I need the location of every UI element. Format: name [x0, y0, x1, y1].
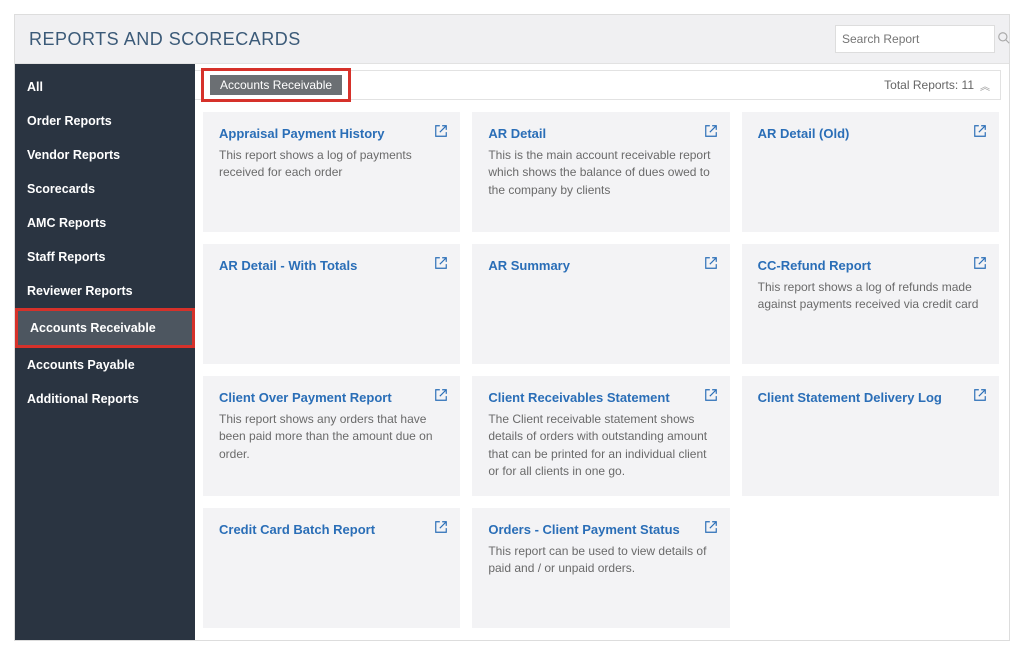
open-external-icon[interactable] [704, 256, 718, 270]
report-title-link[interactable]: CC-Refund Report [758, 258, 871, 273]
total-reports: Total Reports: 11 ︽ [884, 78, 990, 93]
open-external-icon[interactable] [973, 124, 987, 138]
open-external-icon[interactable] [434, 124, 448, 138]
body-row: All Order Reports Vendor Reports Scorecards… [15, 64, 1009, 640]
open-external-icon[interactable] [973, 388, 987, 402]
report-description: The Client receivable statement shows de… [488, 411, 713, 481]
report-card: AR Detail (Old) [742, 112, 999, 232]
report-card: AR Summary [472, 244, 729, 364]
sidebar-item-label: Order Reports [27, 114, 112, 128]
sidebar-item-label: Staff Reports [27, 250, 105, 264]
report-description: This report can be used to view details … [488, 543, 713, 578]
total-reports-label: Total Reports: 11 [884, 78, 974, 92]
category-tag: Accounts Receivable [210, 75, 342, 95]
sidebar-item-additional-reports[interactable]: Additional Reports [15, 382, 195, 416]
sidebar-item-all[interactable]: All [15, 70, 195, 104]
open-external-icon[interactable] [434, 388, 448, 402]
sidebar-item-label: AMC Reports [27, 216, 106, 230]
report-title-link[interactable]: Appraisal Payment History [219, 126, 384, 141]
sidebar-item-label: Accounts Receivable [30, 321, 156, 335]
open-external-icon[interactable] [434, 256, 448, 270]
report-card: AR Detail - With Totals [203, 244, 460, 364]
sidebar-item-label: All [27, 80, 43, 94]
main: Accounts Receivable Total Reports: 11 ︽ … [195, 64, 1009, 640]
sidebar-item-amc-reports[interactable]: AMC Reports [15, 206, 195, 240]
empty-cell [742, 508, 999, 628]
sidebar-item-label: Vendor Reports [27, 148, 120, 162]
report-title-link[interactable]: AR Detail - With Totals [219, 258, 357, 273]
sidebar-item-label: Accounts Payable [27, 358, 135, 372]
report-title-link[interactable]: Client Receivables Statement [488, 390, 669, 405]
page-title: REPORTS AND SCORECARDS [29, 29, 301, 50]
report-title-link[interactable]: Client Statement Delivery Log [758, 390, 942, 405]
report-card: Client Receivables Statement The Client r… [472, 376, 729, 496]
report-description: This is the main account receivable repo… [488, 147, 713, 199]
header-bar: REPORTS AND SCORECARDS [15, 15, 1009, 64]
subheader: Accounts Receivable Total Reports: 11 ︽ [195, 70, 1001, 100]
sidebar-item-accounts-payable[interactable]: Accounts Payable [15, 348, 195, 382]
category-tag-highlight: Accounts Receivable [201, 68, 351, 102]
app-container: REPORTS AND SCORECARDS All Order Reports V… [14, 14, 1010, 641]
sidebar-item-accounts-receivable[interactable]: Accounts Receivable [15, 308, 195, 348]
sidebar-item-staff-reports[interactable]: Staff Reports [15, 240, 195, 274]
open-external-icon[interactable] [434, 520, 448, 534]
sidebar-item-scorecards[interactable]: Scorecards [15, 172, 195, 206]
open-external-icon[interactable] [704, 124, 718, 138]
report-card: AR Detail This is the main account receiv… [472, 112, 729, 232]
open-external-icon[interactable] [704, 520, 718, 534]
report-card: Appraisal Payment History This report sho… [203, 112, 460, 232]
collapse-icon[interactable]: ︽ [980, 78, 990, 93]
report-card: Client Statement Delivery Log [742, 376, 999, 496]
report-card: CC-Refund Report This report shows a log … [742, 244, 999, 364]
report-title-link[interactable]: AR Summary [488, 258, 570, 273]
report-card: Credit Card Batch Report [203, 508, 460, 628]
report-title-link[interactable]: AR Detail [488, 126, 546, 141]
search-input[interactable] [842, 32, 997, 46]
report-title-link[interactable]: Orders - Client Payment Status [488, 522, 679, 537]
report-title-link[interactable]: Client Over Payment Report [219, 390, 392, 405]
sidebar: All Order Reports Vendor Reports Scorecards… [15, 64, 195, 640]
report-title-link[interactable]: Credit Card Batch Report [219, 522, 375, 537]
sidebar-item-vendor-reports[interactable]: Vendor Reports [15, 138, 195, 172]
sidebar-item-label: Reviewer Reports [27, 284, 133, 298]
sidebar-item-order-reports[interactable]: Order Reports [15, 104, 195, 138]
report-description: This report shows a log of payments rece… [219, 147, 444, 182]
report-card: Orders - Client Payment Status This repor… [472, 508, 729, 628]
report-title-link[interactable]: AR Detail (Old) [758, 126, 850, 141]
report-description: This report shows any orders that have b… [219, 411, 444, 463]
sidebar-item-reviewer-reports[interactable]: Reviewer Reports [15, 274, 195, 308]
open-external-icon[interactable] [973, 256, 987, 270]
open-external-icon[interactable] [704, 388, 718, 402]
search-box[interactable] [835, 25, 995, 53]
report-grid: Appraisal Payment History This report sho… [195, 106, 1009, 640]
sidebar-item-label: Scorecards [27, 182, 95, 196]
report-card: Client Over Payment Report This report sh… [203, 376, 460, 496]
report-description: This report shows a log of refunds made … [758, 279, 983, 314]
search-icon[interactable] [997, 31, 1011, 48]
sidebar-item-label: Additional Reports [27, 392, 139, 406]
